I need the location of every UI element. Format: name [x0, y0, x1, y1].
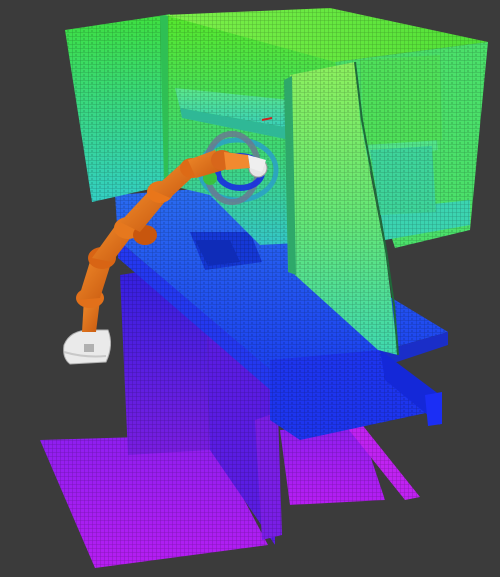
voxel-scene[interactable]: [0, 0, 500, 577]
left-wall: [65, 14, 172, 202]
3d-viewport[interactable]: [0, 0, 500, 577]
